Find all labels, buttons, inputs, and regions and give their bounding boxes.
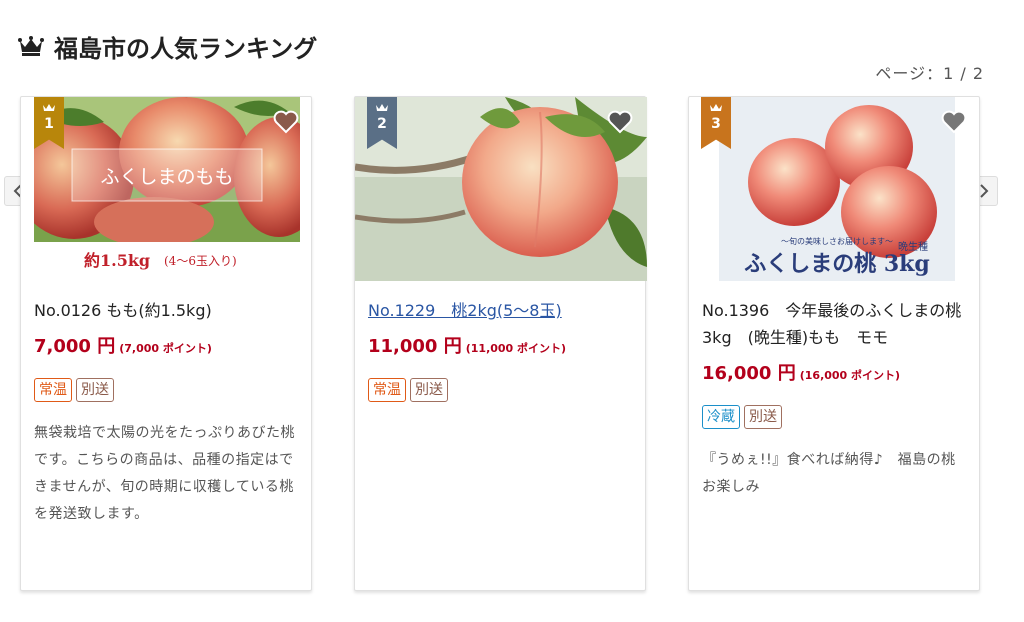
- product-name-link[interactable]: No.1229 桃2kg(5～8玉): [368, 297, 632, 324]
- crown-icon: [43, 104, 55, 111]
- crown-icon: [710, 104, 722, 111]
- tag-shipping: 別送: [410, 378, 448, 402]
- tag-storage: 常温: [34, 378, 72, 402]
- product-name[interactable]: No.0126 もも(約1.5kg): [34, 297, 298, 324]
- image-caption: 約1.5kg: [84, 251, 150, 270]
- rank-number: 1: [44, 116, 54, 132]
- image-caption-sub: (4～6玉入り): [164, 254, 237, 268]
- tag-shipping: 別送: [76, 378, 114, 402]
- product-image[interactable]: [355, 97, 647, 281]
- price: 7,000 円: [34, 336, 116, 357]
- favorite-button[interactable]: [605, 107, 635, 137]
- heart-icon: [607, 110, 633, 134]
- product-card-1[interactable]: ふくしまのもも 約1.5kg (4～6玉入り) 1 No.0126 もも(約1.…: [20, 96, 312, 591]
- rank-number: 2: [377, 116, 387, 132]
- product-image[interactable]: ふくしまのもも 約1.5kg (4～6玉入り): [34, 97, 300, 281]
- heart-icon: [941, 110, 967, 134]
- chevron-right-icon: [980, 184, 989, 198]
- tag-storage: 冷蔵: [702, 405, 740, 429]
- price: 11,000 円: [368, 336, 462, 357]
- crown-icon: [18, 36, 44, 56]
- tag-list: 冷蔵 別送: [702, 405, 966, 429]
- heart-icon: [273, 110, 299, 134]
- rank-number: 3: [711, 116, 721, 132]
- crown-icon: [376, 104, 388, 111]
- page-indicator: ページ：1 / 2: [875, 64, 984, 83]
- page-title: 福島市の人気ランキング: [54, 34, 318, 63]
- points: (11,000 ポイント): [465, 342, 567, 355]
- points: (7,000 ポイント): [119, 342, 212, 355]
- product-card-2[interactable]: 2 No.1229 桃2kg(5～8玉) 11,000 円 (11,000 ポイン…: [354, 96, 647, 591]
- product-description: 『うめぇ!!』食べれば納得♪ 福島の桃 お楽しみ: [702, 452, 971, 495]
- favorite-button[interactable]: [939, 107, 969, 137]
- image-text: ふくしまのもも: [100, 166, 233, 188]
- tag-storage: 常温: [368, 378, 406, 402]
- price: 16,000 円: [702, 363, 796, 384]
- product-card-3[interactable]: ～旬の美味しさお届けします～ 晩生種 ふくしまの桃 3kg 3 No.1396 …: [688, 96, 980, 591]
- price-row: 7,000 円 (7,000 ポイント): [34, 332, 298, 358]
- product-description: 無袋栽培で太陽の光をたっぷりあびた桃です。こちらの商品は、品種の指定はできません…: [34, 425, 295, 522]
- points: (16,000 ポイント): [799, 369, 901, 382]
- tag-list: 常温 別送: [34, 378, 298, 402]
- image-big-text: ふくしまの桃 3kg: [744, 251, 930, 277]
- section-title: 福島市の人気ランキング: [18, 28, 317, 64]
- image-small-text: ～旬の美味しさお届けします～: [781, 236, 893, 246]
- product-image[interactable]: ～旬の美味しさお届けします～ 晩生種 ふくしまの桃 3kg: [719, 97, 955, 281]
- rank-badge: 3: [701, 97, 731, 149]
- tag-shipping: 別送: [744, 405, 782, 429]
- favorite-button[interactable]: [271, 107, 301, 137]
- tag-list: 常温 別送: [368, 378, 632, 402]
- price-row: 11,000 円 (11,000 ポイント): [368, 332, 632, 358]
- price-row: 16,000 円 (16,000 ポイント): [702, 359, 966, 385]
- product-name[interactable]: No.1396 今年最後のふくしまの桃 3kg (晩生種)もも モモ: [702, 297, 977, 351]
